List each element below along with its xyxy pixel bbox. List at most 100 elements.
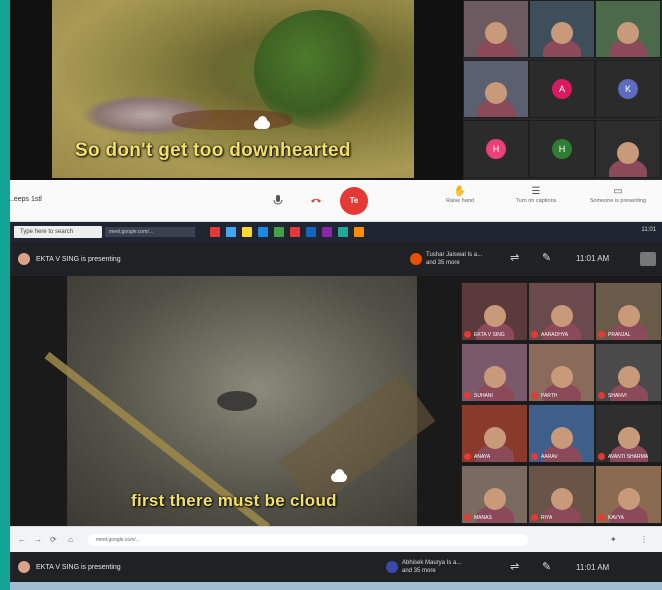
participant-face bbox=[550, 487, 573, 510]
app-icon[interactable] bbox=[226, 227, 236, 237]
join-notification: Tushar Jaiswal Is a... and 35 more bbox=[426, 252, 483, 266]
meeting-details-label[interactable]: ...eeps 1stl bbox=[8, 196, 42, 203]
chat-icon[interactable]: ✎ bbox=[542, 560, 551, 573]
teal-border bbox=[0, 0, 10, 590]
end-call-button[interactable]: Te bbox=[340, 187, 368, 215]
participant-tile[interactable]: MANAS bbox=[461, 465, 528, 524]
captions-button[interactable]: ☰ Turn on captions bbox=[506, 186, 566, 205]
participant-name: PRANJAL bbox=[608, 332, 631, 338]
taskbar-clock: 11:01 bbox=[641, 227, 656, 233]
participant-tile[interactable]: SHANVI bbox=[595, 343, 662, 402]
participant-avatar: K bbox=[618, 79, 638, 99]
captions-icon: ☰ bbox=[531, 186, 541, 197]
participant-name: EKTA V SING bbox=[474, 332, 505, 338]
participant-face bbox=[483, 487, 506, 510]
video-soil bbox=[172, 110, 292, 130]
participant-tile[interactable]: AVANTI SHARMA bbox=[595, 404, 662, 463]
menu-icon[interactable]: ⋮ bbox=[640, 535, 648, 544]
participant-tile[interactable]: RIYA bbox=[528, 465, 595, 524]
meeting-toolbar: ...eeps 1stl Te ✋ Raise hand ☰ Turn on c… bbox=[8, 180, 662, 222]
address-bar[interactable]: meet.google.com/... bbox=[88, 534, 528, 546]
app-icon[interactable] bbox=[306, 227, 316, 237]
meeting-panel-3 bbox=[10, 582, 662, 590]
presenter-avatar bbox=[18, 561, 30, 573]
muted-mic-icon bbox=[464, 331, 471, 338]
participant-name: AVANTI SHARMA bbox=[608, 454, 649, 460]
taskbar-url: meet.google.com/... bbox=[105, 227, 195, 237]
present-button[interactable]: ▭ Someone is presenting bbox=[588, 186, 648, 205]
participant-name: KAVYA bbox=[608, 515, 624, 521]
app-icon[interactable] bbox=[242, 227, 252, 237]
shared-video bbox=[44, 276, 436, 531]
home-icon[interactable]: ⌂ bbox=[68, 535, 73, 544]
participant-tile[interactable]: AARADHYA bbox=[528, 282, 595, 341]
app-icon[interactable] bbox=[338, 227, 348, 237]
app-icon[interactable] bbox=[322, 227, 332, 237]
participant-tile[interactable]: SUHANI bbox=[461, 343, 528, 402]
hangup-icon[interactable] bbox=[310, 193, 322, 205]
reload-icon[interactable]: ⟳ bbox=[50, 535, 57, 544]
muted-mic-icon bbox=[531, 514, 538, 521]
join-notification: Abhisek Maurya Is a... and 35 more bbox=[402, 560, 462, 574]
mic-icon[interactable] bbox=[272, 193, 284, 205]
muted-mic-icon bbox=[531, 331, 538, 338]
participant-tile[interactable]: EKTA V SING bbox=[461, 282, 528, 341]
participant-tile[interactable] bbox=[595, 0, 661, 58]
raise-hand-button[interactable]: ✋ Raise hand bbox=[430, 186, 490, 205]
participant-grid: EKTA V SING AARADHYA PRANJAL SUHANI PARTH SHA… bbox=[461, 282, 662, 526]
participant-name: AARAV bbox=[541, 454, 558, 460]
participants-icon[interactable]: ⇌ bbox=[510, 251, 519, 264]
participant-name: PARTH bbox=[541, 393, 558, 399]
presenting-bar: EKTA V SING is presenting Tushar Jaiswal… bbox=[10, 242, 662, 276]
video-subtitle: So don't get too downhearted bbox=[75, 140, 351, 161]
browser-toolbar: ← → ⟳ ⌂ meet.google.com/... ✦ ⋮ bbox=[10, 526, 662, 552]
meeting-time: 11:01 AM bbox=[576, 254, 610, 263]
participant-tile[interactable] bbox=[463, 60, 529, 118]
participant-tile[interactable]: H bbox=[463, 120, 529, 178]
muted-mic-icon bbox=[598, 514, 605, 521]
participant-tile[interactable]: PRANJAL bbox=[595, 282, 662, 341]
app-icon[interactable] bbox=[290, 227, 300, 237]
meeting-time: 11:01 AM bbox=[576, 563, 610, 572]
participant-tile[interactable]: A bbox=[529, 60, 595, 118]
app-icon[interactable] bbox=[274, 227, 284, 237]
app-icon[interactable] bbox=[354, 227, 364, 237]
present-icon: ▭ bbox=[613, 186, 623, 197]
participant-face bbox=[617, 426, 640, 449]
participant-tile[interactable]: PARTH bbox=[528, 343, 595, 402]
chat-icon[interactable]: ✎ bbox=[542, 251, 551, 264]
muted-mic-icon bbox=[464, 514, 471, 521]
taskbar-search-input[interactable]: Type here to search bbox=[14, 226, 102, 238]
participant-tile[interactable] bbox=[595, 120, 661, 178]
participant-name: SHANVI bbox=[608, 393, 627, 399]
participant-tile[interactable]: K bbox=[595, 60, 661, 118]
participant-tile[interactable]: KAVYA bbox=[595, 465, 662, 524]
participants-icon[interactable]: ⇌ bbox=[510, 560, 519, 573]
app-icon[interactable] bbox=[258, 227, 268, 237]
raise-hand-icon: ✋ bbox=[453, 186, 467, 197]
self-view-thumb[interactable] bbox=[640, 252, 656, 266]
back-icon[interactable]: ← bbox=[18, 535, 26, 544]
screenshot-collage: So don't get too downhearted A K H H ...eep… bbox=[0, 0, 662, 590]
join-avatar bbox=[410, 253, 422, 265]
cloud-icon bbox=[329, 469, 349, 482]
participant-avatar: H bbox=[552, 139, 572, 159]
extensions-icon[interactable]: ✦ bbox=[610, 535, 617, 544]
presenting-bar: EKTA V SING is presenting Abhisek Maurya… bbox=[10, 552, 662, 582]
participant-tile[interactable] bbox=[529, 0, 595, 58]
participant-tile[interactable]: AARAV bbox=[528, 404, 595, 463]
participant-tile[interactable]: ANAYA bbox=[461, 404, 528, 463]
muted-mic-icon bbox=[598, 392, 605, 399]
participant-grid: A K H H bbox=[463, 0, 662, 180]
cloud-icon bbox=[252, 116, 272, 129]
forward-icon[interactable]: → bbox=[34, 535, 42, 544]
participant-name: MANAS bbox=[474, 515, 492, 521]
participant-tile[interactable] bbox=[463, 0, 529, 58]
participant-tile[interactable]: H bbox=[529, 120, 595, 178]
participant-avatar: A bbox=[552, 79, 572, 99]
participant-face bbox=[617, 365, 640, 388]
muted-mic-icon bbox=[598, 453, 605, 460]
participant-face bbox=[483, 304, 506, 327]
app-icon[interactable] bbox=[210, 227, 220, 237]
participant-face bbox=[550, 426, 573, 449]
